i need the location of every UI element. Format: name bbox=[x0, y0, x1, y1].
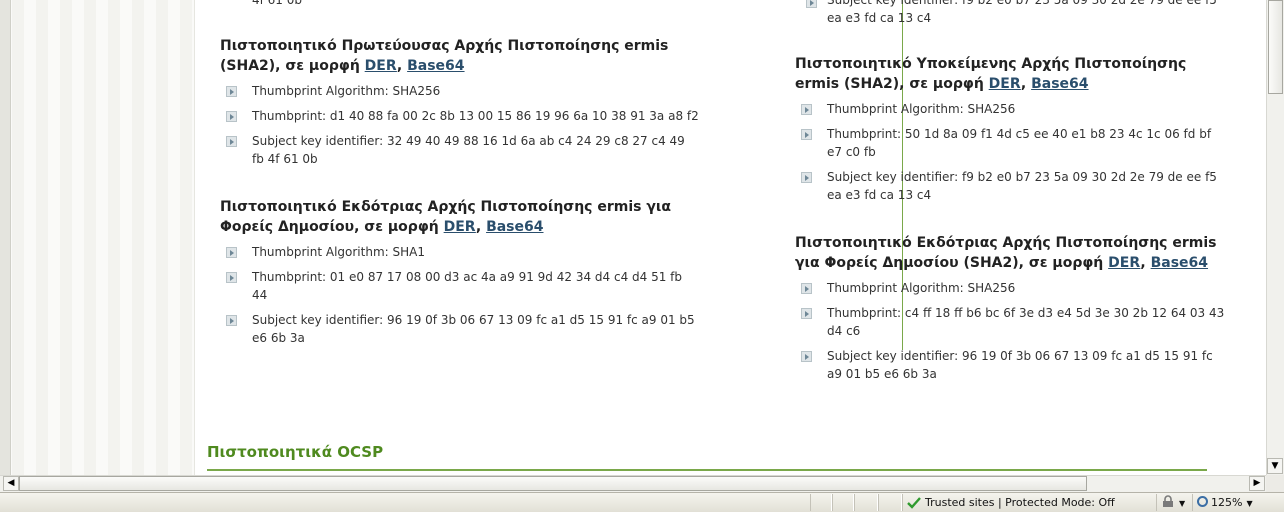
der-link[interactable]: DER bbox=[444, 219, 476, 235]
arrow-bullet-icon bbox=[801, 308, 812, 319]
base64-link[interactable]: Base64 bbox=[486, 219, 543, 235]
check-shield-icon bbox=[907, 497, 921, 509]
arrow-bullet-icon bbox=[801, 104, 812, 115]
list-item: Thumbprint Algorithm: SHA256 bbox=[220, 82, 700, 100]
list-item: Thumbprint: d1 40 88 fa 00 2c 8b 13 00 1… bbox=[220, 107, 700, 125]
scroll-left-button[interactable]: ◀ bbox=[3, 476, 19, 491]
der-link[interactable]: DER bbox=[1108, 255, 1140, 271]
scroll-right-button[interactable]: ▶ bbox=[1249, 476, 1265, 491]
cert-details-list: Thumbprint Algorithm: SHA256 Thumbprint:… bbox=[795, 279, 1225, 383]
lock-icon bbox=[1163, 495, 1173, 507]
security-zone[interactable]: Trusted sites | Protected Mode: Off bbox=[902, 494, 1152, 511]
list-item: Thumbprint: 50 1d 8a 09 f1 4d c5 ee 40 e… bbox=[795, 125, 1225, 161]
scrollbar-corner bbox=[1266, 475, 1284, 492]
cert-block-subordinate-sha2: Πιστοποιητικό Υποκείμενης Αρχής Πιστοποί… bbox=[795, 54, 1225, 211]
status-panel bbox=[832, 494, 854, 511]
chevron-down-icon: ▼ bbox=[1246, 499, 1253, 508]
status-panel bbox=[878, 494, 902, 511]
arrow-bullet-icon bbox=[801, 172, 812, 183]
section-heading-ocsp: Πιστοποιητικά OCSP bbox=[207, 443, 384, 461]
cert-block-root-sha2: Πιστοποιητικό Πρωτεύουσας Αρχής Πιστοποί… bbox=[220, 36, 700, 175]
section-divider bbox=[207, 469, 1207, 471]
cert-title: Πιστοποιητικό Υποκείμενης Αρχής Πιστοποί… bbox=[795, 56, 1187, 92]
cert-block-issuing-public: Πιστοποιητικό Εκδότριας Αρχής Πιστοποίησ… bbox=[220, 197, 700, 354]
base64-link[interactable]: Base64 bbox=[407, 58, 464, 74]
cert-title: Πιστοποιητικό Εκδότριας Αρχής Πιστοποίησ… bbox=[795, 235, 1217, 271]
list-item: Subject key identifier: 32 49 40 49 88 1… bbox=[220, 132, 700, 168]
protected-mode-button[interactable]: ▼ bbox=[1156, 494, 1190, 511]
list-item: Subject key identifier: f9 b2 e0 b7 23 5… bbox=[795, 168, 1225, 204]
arrow-bullet-icon bbox=[226, 272, 237, 283]
zone-text: Trusted sites | Protected Mode: Off bbox=[925, 496, 1115, 509]
clipped-text-right-2: ea e3 fd ca 13 c4 bbox=[827, 11, 932, 25]
list-item: Subject key identifier: 96 19 0f 3b 06 6… bbox=[795, 347, 1225, 383]
arrow-bullet-icon bbox=[226, 86, 237, 97]
cert-title: Πιστοποιητικό Εκδότριας Αρχής Πιστοποίησ… bbox=[220, 199, 671, 235]
vertical-scroll-thumb[interactable] bbox=[1268, 0, 1283, 94]
list-item: Thumbprint Algorithm: SHA256 bbox=[795, 100, 1225, 118]
status-panel bbox=[810, 494, 832, 511]
arrow-bullet-icon bbox=[801, 351, 812, 362]
list-item: Thumbprint: 01 e0 87 17 08 00 d3 ac 4a a… bbox=[220, 268, 700, 304]
arrow-bullet-icon bbox=[806, 0, 817, 8]
clipped-text-right-1: Subject key identifier: f9 b2 e0 b7 23 5… bbox=[827, 0, 1217, 7]
cert-details-list: Thumbprint Algorithm: SHA256 Thumbprint:… bbox=[220, 82, 700, 168]
arrow-bullet-icon bbox=[801, 129, 812, 140]
left-decorative-strip bbox=[0, 0, 195, 475]
der-link[interactable]: DER bbox=[989, 76, 1021, 92]
list-item: Subject key identifier: 96 19 0f 3b 06 6… bbox=[220, 311, 700, 347]
base64-link[interactable]: Base64 bbox=[1151, 255, 1208, 271]
list-item: Thumbprint Algorithm: SHA256 bbox=[795, 279, 1225, 297]
arrow-bullet-icon bbox=[801, 283, 812, 294]
base64-link[interactable]: Base64 bbox=[1031, 76, 1088, 92]
cert-block-issuing-public-sha2: Πιστοποιητικό Εκδότριας Αρχής Πιστοποίησ… bbox=[795, 233, 1225, 390]
zoom-value: 125% bbox=[1211, 496, 1243, 509]
list-item: Thumbprint Algorithm: SHA1 bbox=[220, 243, 700, 261]
cert-details-list: Thumbprint Algorithm: SHA256 Thumbprint:… bbox=[795, 100, 1225, 204]
arrow-bullet-icon bbox=[226, 247, 237, 258]
zoom-level-button[interactable]: 125% ▼ bbox=[1192, 494, 1266, 511]
cert-title: Πιστοποιητικό Πρωτεύουσας Αρχής Πιστοποί… bbox=[220, 38, 669, 74]
cert-details-list: Thumbprint Algorithm: SHA1 Thumbprint: 0… bbox=[220, 243, 700, 347]
der-link[interactable]: DER bbox=[365, 58, 397, 74]
status-bar: Trusted sites | Protected Mode: Off ▼ 12… bbox=[0, 492, 1284, 512]
arrow-bullet-icon bbox=[226, 315, 237, 326]
list-item: Thumbprint: c4 ff 18 ff b6 bc 6f 3e d3 e… bbox=[795, 304, 1225, 340]
horizontal-scroll-thumb[interactable] bbox=[19, 476, 1087, 491]
arrow-bullet-icon bbox=[226, 136, 237, 147]
status-panel bbox=[854, 494, 878, 511]
scroll-down-button[interactable]: ▼ bbox=[1267, 458, 1283, 474]
clipped-text-left: 4f 61 0b bbox=[252, 0, 303, 7]
arrow-bullet-icon bbox=[226, 111, 237, 122]
zoom-icon bbox=[1197, 496, 1208, 507]
chevron-down-icon: ▼ bbox=[1179, 499, 1186, 508]
